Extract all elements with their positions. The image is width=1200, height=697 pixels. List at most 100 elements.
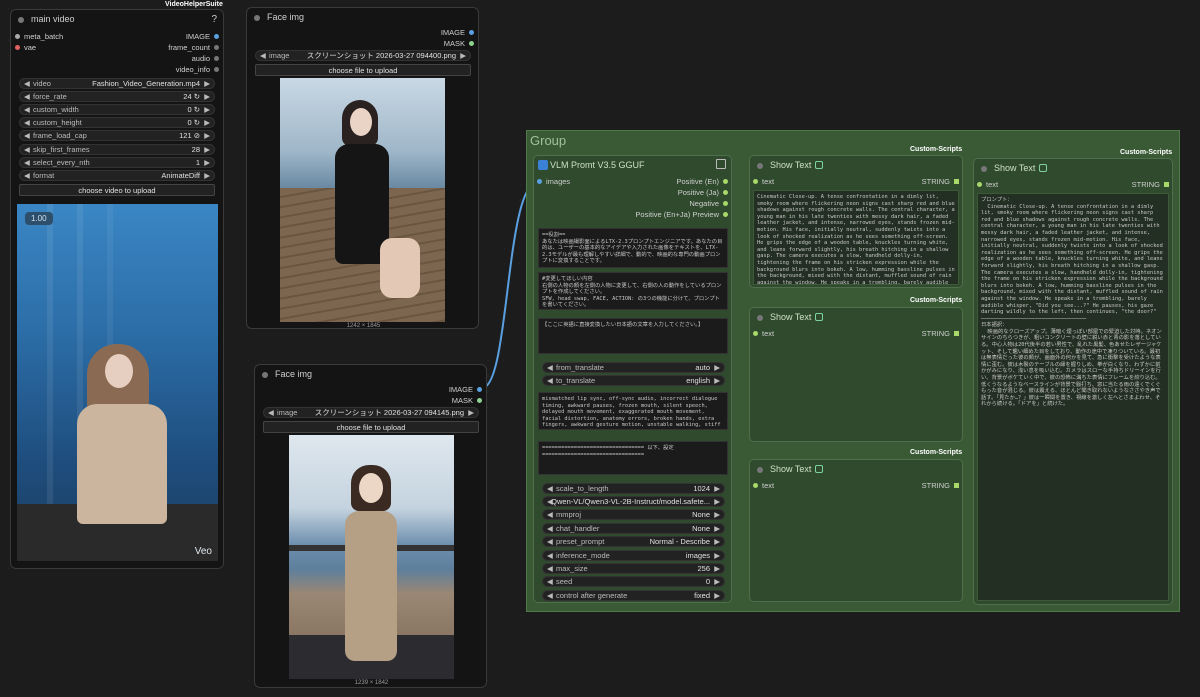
output-string[interactable]: STRING [922,177,959,187]
widget-from-translate[interactable]: ◀ from_translate auto ▶ [542,362,725,373]
widget-force-rate[interactable]: ◀ force_rate 24 ↻ ▶ [19,91,215,102]
suite-label: Custom-Scripts [910,146,963,153]
negative-textarea[interactable]: mismatched lip sync, off-sync audio, inc… [538,392,728,430]
widget-format[interactable]: ◀ format AnimateDiff ▶ [19,170,215,181]
face-img-node-1[interactable]: Face img IMAGE MASK ◀ image スクリーンショット 2026… [246,7,479,329]
widget-chat-handler[interactable]: ◀ chat_handler None ▶ [542,523,725,534]
output-mask[interactable]: MASK [452,396,482,406]
instruction-textarea[interactable]: #変更してほしい内容 右側の人物の顔を左側の人物に変更して、右側の人の動作をして… [538,272,728,310]
input-meta-batch[interactable]: meta_batch [15,32,63,42]
node-title: Face img [267,12,305,22]
port-dot-icon [753,483,758,488]
input-text[interactable]: text [753,177,774,187]
output-audio[interactable]: audio [192,54,219,64]
output-image[interactable]: IMAGE [449,385,482,395]
model-icon [538,160,548,170]
output-text-display[interactable]: プロンプト： Cinematic Close-up. A tense confr… [977,193,1169,601]
node-title: Show Text [770,464,812,474]
widget-video[interactable]: ◀ video Fashion_Video_Generation.mp4 ▶ [19,78,215,89]
choose-file-button[interactable]: choose file to upload [263,421,479,433]
collapse-dot[interactable] [18,17,24,23]
collapse-dot[interactable] [757,467,763,473]
input-vae[interactable]: vae [15,43,36,53]
face-img-node-2[interactable]: Face img IMAGE MASK ◀ image スクリーンショット 2026… [254,364,487,688]
widget-frame-load-cap[interactable]: ◀ frame_load_cap 121 ⊘ ▶ [19,130,215,141]
watermark-text: Veo [194,546,212,557]
group-title[interactable]: Group [530,133,566,148]
output-string[interactable]: STRING [922,481,959,491]
widget-seed[interactable]: ◀ seed 0 ▶ [542,576,725,587]
output-frame-count[interactable]: frame_count [168,43,219,53]
suite-label: VideoHelperSuite [165,1,223,8]
port-dot-icon [477,387,482,392]
widget-control-after-generate[interactable]: ◀ control after generate fixed ▶ [542,590,725,601]
input-text[interactable]: text [977,180,998,190]
widget-scale-to-length[interactable]: ◀ scale_to_length 1024 ▶ [542,483,725,494]
widget-preset-prompt[interactable]: ◀ preset_prompt Normal - Describe ▶ [542,536,725,547]
output-image[interactable]: IMAGE [441,28,474,38]
output-mask[interactable]: MASK [444,39,474,49]
widget-mmproj[interactable]: ◀ mmproj None ▶ [542,509,725,520]
input-images[interactable]: images [537,177,570,187]
collapse-dot[interactable] [757,315,763,321]
show-text-node-4[interactable]: Show Text text STRING プロンプト： Cinematic C… [973,158,1173,605]
port-dot-icon [469,30,474,35]
widget-inference-mode[interactable]: ◀ inference_mode images ▶ [542,550,725,561]
input-text[interactable]: text [753,329,774,339]
collapse-dot[interactable] [757,163,763,169]
widget-skip-first-frames[interactable]: ◀ skip_first_frames 28 ▶ [19,144,215,155]
port-dot-icon [753,179,758,184]
widget-custom-width[interactable]: ◀ custom_width 0 ↻ ▶ [19,104,215,115]
node-title: Show Text [770,312,812,322]
widget-model-select[interactable]: ◀ Qwen-VL/Qwen3-VL-2B-Instruct/model.safe… [542,496,725,507]
choose-file-button[interactable]: choose file to upload [255,64,471,76]
node-title: Show Text [770,160,812,170]
output-text-display[interactable]: Cinematic Close-up. A tense confrontatio… [753,190,959,285]
show-text-node-3[interactable]: Show Text text STRING [749,459,963,602]
person-figure [345,511,397,661]
node-title: main video [31,14,75,24]
widget-custom-height[interactable]: ◀ custom_height 0 ↻ ▶ [19,117,215,128]
widget-max-size[interactable]: ◀ max_size 256 ▶ [542,563,725,574]
port-dot-icon [723,201,728,206]
output-video-info[interactable]: video_info [176,65,219,75]
collapse-dot[interactable] [981,166,987,172]
output-positive-en[interactable]: Positive (En) [676,177,728,187]
help-icon[interactable]: ? [211,14,217,25]
settings-divider-textarea[interactable]: ================================ 以下、設定 =… [538,441,728,475]
port-dot-icon [753,331,758,336]
output-preview[interactable]: Positive (En+Ja) Preview [635,210,728,220]
port-square-icon [954,179,959,184]
port-dot-icon [537,179,542,184]
output-string[interactable]: STRING [1132,180,1169,190]
load-video-node[interactable]: main video ? meta_batch vae IMAGE frame_… [10,9,224,569]
port-dot-icon [469,41,474,46]
suite-label: Custom-Scripts [910,297,963,304]
widget-to-translate[interactable]: ◀ to_translate english ▶ [542,375,725,386]
choose-video-button[interactable]: choose video to upload [19,184,215,196]
output-positive-ja[interactable]: Positive (Ja) [678,188,728,198]
script-icon [1039,164,1048,172]
widget-image-select[interactable]: ◀ image スクリーンショット 2026-03-27 094400.png ▶ [255,50,471,61]
translate-textarea[interactable]: 【ここに英語に直接変換したい日本語の文章を入力してください。】 [538,318,728,354]
video-preview[interactable]: 1.00 Veo [17,204,218,561]
collapse-dot[interactable] [262,372,268,378]
script-icon [815,313,824,321]
input-text[interactable]: text [753,481,774,491]
expand-icon[interactable] [716,159,726,169]
vlm-prompt-node[interactable]: VLM Promt V3.5 GGUF images Positive (En)… [533,155,732,603]
port-dot-icon [723,179,728,184]
collapse-dot[interactable] [254,15,260,21]
show-text-node-1[interactable]: Show Text text STRING Cinematic Close-up… [749,155,963,288]
output-negative[interactable]: Negative [689,199,728,209]
output-image[interactable]: IMAGE [186,32,219,42]
show-text-node-2[interactable]: Show Text text STRING [749,307,963,442]
output-string[interactable]: STRING [922,329,959,339]
port-dot-icon [214,56,219,61]
widget-image-select[interactable]: ◀ image スクリーンショット 2026-03-27 094145.png ▶ [263,407,479,418]
face-image-preview [280,78,445,322]
port-dot-icon [723,190,728,195]
widget-select-every-nth[interactable]: ◀ select_every_nth 1 ▶ [19,157,215,168]
system-prompt-textarea[interactable]: ==役割== あなたは映画撮影面によるLTX-2.3プロンプトエンジニアです。あ… [538,228,728,268]
port-square-icon [954,331,959,336]
